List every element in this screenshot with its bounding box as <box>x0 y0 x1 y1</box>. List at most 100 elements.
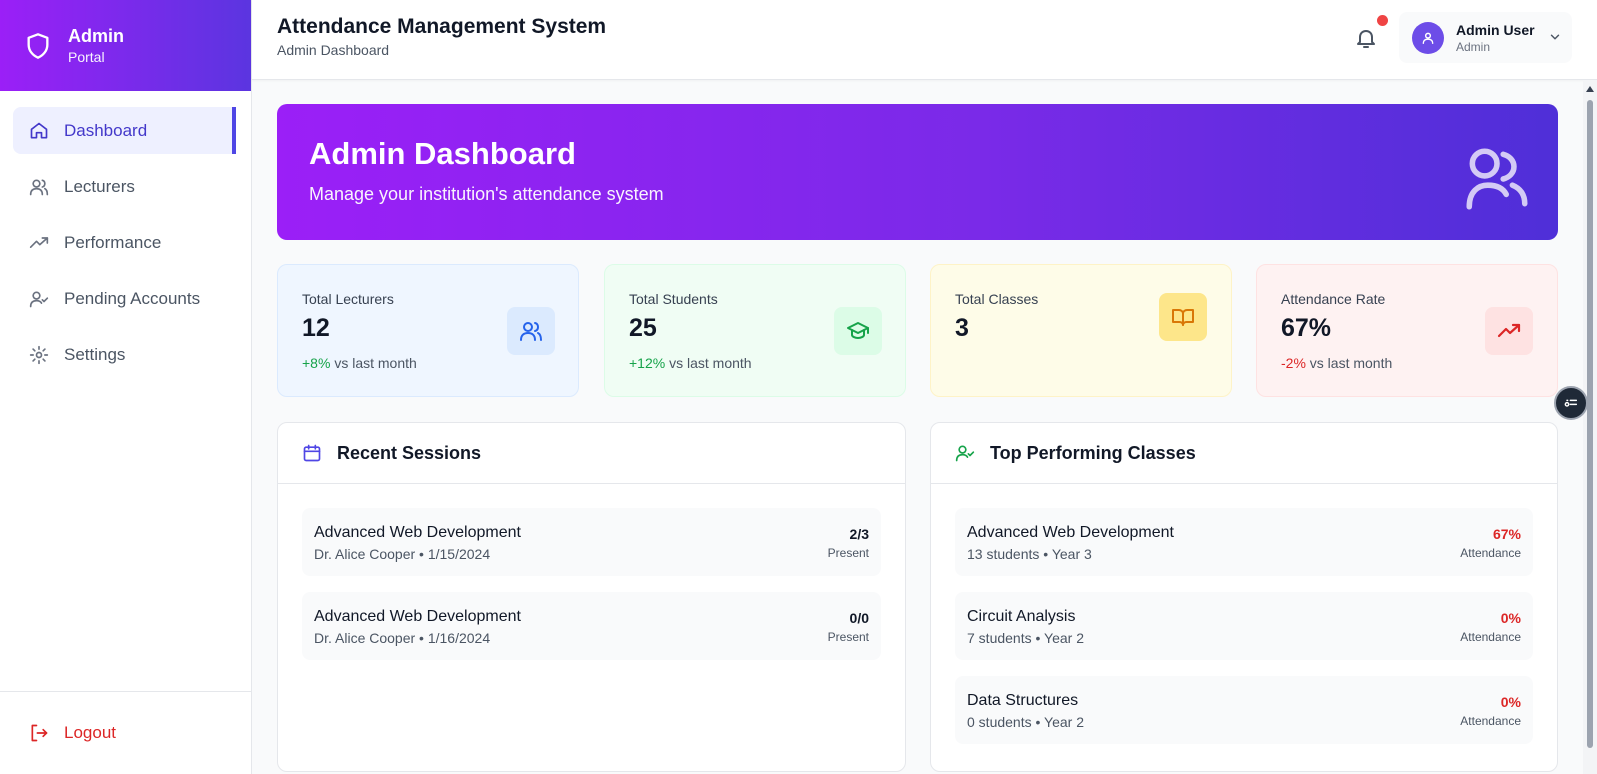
floating-action-button[interactable] <box>1554 386 1588 420</box>
graduation-cap-icon <box>847 322 869 339</box>
stat-icon-box <box>834 307 882 355</box>
user-check-icon <box>29 291 49 307</box>
sidebar-item-label: Dashboard <box>64 120 148 140</box>
hero-title: Admin Dashboard <box>309 136 576 171</box>
stat-change: +12% vs last month <box>629 355 752 371</box>
list-item[interactable]: Advanced Web Development Dr. Alice Coope… <box>302 592 881 660</box>
class-attendance-caption: Attendance <box>1460 630 1521 644</box>
scroll-up-arrow[interactable] <box>1586 86 1594 92</box>
stat-card-lecturers: Total Lecturers 12 +8% vs last month <box>277 264 579 397</box>
class-attendance-rate: 67% <box>1492 526 1521 542</box>
avatar <box>1412 21 1444 54</box>
sidebar-item-label: Pending Accounts <box>64 288 201 308</box>
user-icon <box>1422 32 1434 44</box>
hero-subtitle: Manage your institution's attendance sys… <box>309 184 664 204</box>
stat-value: 3 <box>955 314 969 342</box>
brand-subtitle: Portal <box>68 48 105 65</box>
sidebar-item-performance[interactable]: Performance <box>13 219 237 266</box>
stat-value: 12 <box>302 314 330 342</box>
session-present-count: 2/3 <box>849 526 869 542</box>
stat-change-value: +12% <box>629 355 666 371</box>
recent-sessions-panel: Recent Sessions Advanced Web Development… <box>277 422 906 772</box>
sidebar-item-label: Performance <box>64 232 162 252</box>
sidebar: Admin Portal Dashboard Lecturers Perform… <box>0 0 252 774</box>
users-icon <box>520 322 542 341</box>
logout-label: Logout <box>64 723 116 742</box>
logout-icon <box>31 724 48 742</box>
list-item[interactable]: Data Structures 0 students • Year 2 0% A… <box>955 676 1533 744</box>
page-title: Attendance Management System <box>277 15 607 38</box>
chevron-down-icon <box>1550 34 1560 40</box>
bell-icon[interactable] <box>1354 26 1378 50</box>
list-item[interactable]: Circuit Analysis 7 students • Year 2 0% … <box>955 592 1533 660</box>
page-subtitle: Admin Dashboard <box>277 42 390 58</box>
panel-title: Recent Sessions <box>337 442 482 463</box>
user-role: Admin <box>1456 39 1491 54</box>
stat-label: Total Students <box>629 291 718 307</box>
stat-change-value: +8% <box>302 355 331 371</box>
panel-title: Top Performing Classes <box>990 442 1196 463</box>
stat-value: 25 <box>629 314 657 342</box>
stat-value: 67% <box>1281 314 1332 342</box>
stat-card-students: Total Students 25 +12% vs last month <box>604 264 906 397</box>
shield-icon <box>27 32 49 59</box>
stat-change-suffix: vs last month <box>334 355 417 371</box>
users-icon <box>1466 148 1528 210</box>
session-present-caption: Present <box>827 546 869 560</box>
user-name: Admin User <box>1456 21 1535 38</box>
sidebar-item-label: Settings <box>64 344 126 364</box>
users-icon <box>29 179 49 195</box>
panel-header: Recent Sessions <box>278 423 905 484</box>
trending-up-icon <box>29 236 49 248</box>
sidebar-nav: Dashboard Lecturers Performance Pending … <box>0 91 251 378</box>
stat-change-suffix: vs last month <box>1309 355 1393 371</box>
user-menu-button[interactable]: Admin User Admin <box>1399 12 1572 63</box>
class-attendance-caption: Attendance <box>1460 546 1521 560</box>
class-list: Advanced Web Development 13 students • Y… <box>931 484 1557 744</box>
stat-change-suffix: vs last month <box>669 355 752 371</box>
panel-header: Top Performing Classes <box>931 423 1557 484</box>
stat-label: Attendance Rate <box>1281 291 1386 307</box>
brand-header: Admin Portal <box>0 0 251 91</box>
sidebar-item-label: Lecturers <box>64 176 135 196</box>
class-meta: 7 students • Year 2 <box>967 630 1084 646</box>
class-meta: 0 students • Year 2 <box>967 714 1084 730</box>
hero-banner: Admin Dashboard Manage your institution'… <box>277 104 1558 240</box>
brand-title: Admin <box>68 25 124 46</box>
session-present-count: 0/0 <box>849 610 869 626</box>
trending-up-icon <box>1497 323 1521 338</box>
class-attendance-rate: 0% <box>1500 694 1521 710</box>
sidebar-item-pending-accounts[interactable]: Pending Accounts <box>13 275 237 322</box>
session-list: Advanced Web Development Dr. Alice Coope… <box>278 484 905 660</box>
gear-icon <box>29 345 49 364</box>
class-attendance-caption: Attendance <box>1460 714 1521 728</box>
class-attendance-rate: 0% <box>1500 610 1521 626</box>
session-title: Advanced Web Development <box>314 524 521 541</box>
book-open-icon <box>1172 309 1194 326</box>
stat-label: Total Lecturers <box>302 291 394 307</box>
session-meta: Dr. Alice Cooper • 1/15/2024 <box>314 546 491 562</box>
calendar-icon <box>303 444 321 462</box>
class-meta: 13 students • Year 3 <box>967 546 1092 562</box>
stat-label: Total Classes <box>955 291 1039 307</box>
page-scrollbar[interactable] <box>1583 80 1597 774</box>
home-icon <box>30 122 48 138</box>
sidebar-item-dashboard[interactable]: Dashboard <box>13 107 236 154</box>
stat-icon-box <box>507 307 555 355</box>
sidebar-item-settings[interactable]: Settings <box>13 331 237 378</box>
logout-button[interactable]: Logout <box>0 691 252 774</box>
sidebar-item-lecturers[interactable]: Lecturers <box>13 163 237 210</box>
session-meta: Dr. Alice Cooper • 1/16/2024 <box>314 630 491 646</box>
stat-change-value: -2% <box>1281 355 1306 371</box>
stat-icon-box <box>1485 307 1533 355</box>
scrollbar-thumb[interactable] <box>1587 100 1593 748</box>
class-title: Advanced Web Development <box>967 524 1174 541</box>
stat-card-classes: Total Classes 3 <box>930 264 1232 397</box>
stat-change: +8% vs last month <box>302 355 417 371</box>
list-item[interactable]: Advanced Web Development Dr. Alice Coope… <box>302 508 881 576</box>
list-item[interactable]: Advanced Web Development 13 students • Y… <box>955 508 1533 576</box>
class-title: Data Structures <box>967 692 1079 709</box>
list-toggle-icon <box>1564 399 1578 407</box>
session-title: Advanced Web Development <box>314 608 521 625</box>
session-present-caption: Present <box>827 630 869 644</box>
